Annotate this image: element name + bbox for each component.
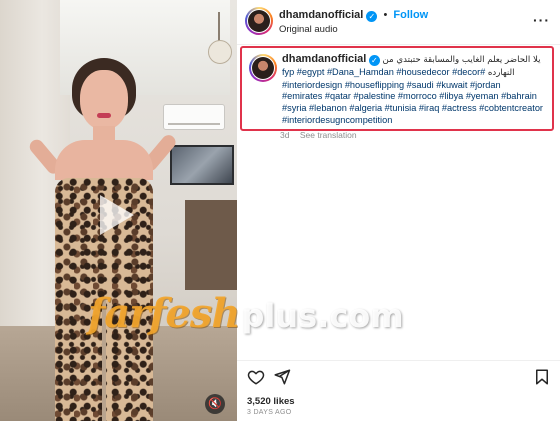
ceiling-lamp	[205, 12, 235, 72]
air-conditioner	[163, 104, 225, 130]
post-side-panel: dhamdanofficial ✓ • Follow Original audi…	[237, 0, 560, 421]
actions-divider	[237, 360, 560, 361]
caption-hashtags[interactable]: #syria #lebanon #algeria #tunisia #iraq …	[282, 103, 548, 115]
caption-arabic-word: النهارده	[487, 67, 515, 78]
reel-video[interactable]: 🔇	[0, 0, 237, 421]
username-link[interactable]: dhamdanofficial	[279, 9, 363, 21]
caption-arabic-head: يلا الحاضر يعلم الغايب والمسابقة حتبتدي …	[382, 55, 541, 65]
avatar[interactable]	[245, 7, 273, 35]
verified-badge-icon: ✓	[368, 55, 380, 66]
separator-dot: •	[383, 9, 388, 21]
post-header: dhamdanofficial ✓ • Follow Original audi…	[237, 0, 560, 45]
audio-link[interactable]: Original audio	[279, 24, 338, 35]
bookmark-icon[interactable]	[533, 368, 551, 386]
wall-picture	[170, 145, 234, 185]
more-options-icon[interactable]: ···	[533, 12, 550, 28]
caption-meta: 3d See translation	[280, 130, 357, 140]
play-icon[interactable]	[100, 195, 134, 235]
caption-hashtags[interactable]: #interiordesugncompetition	[282, 115, 548, 127]
like-icon[interactable]	[247, 368, 265, 386]
mute-icon[interactable]: 🔇	[205, 394, 225, 414]
avatar[interactable]	[249, 54, 277, 82]
share-icon[interactable]	[273, 368, 291, 386]
leg-gap	[102, 300, 106, 421]
caption-hashtags[interactable]: #emirates #qatar #palestine #morroco #li…	[282, 91, 548, 103]
verified-badge-icon: ✓	[366, 11, 378, 22]
see-translation-link[interactable]: See translation	[300, 130, 357, 140]
person-shoulders	[55, 140, 153, 180]
caption-hashtags[interactable]: fyp #egypt #Dana_Hamdan #housedecor #dec…	[282, 67, 485, 77]
follow-button[interactable]: Follow	[393, 9, 428, 21]
post-date: 3 DAYS AGO	[247, 409, 292, 416]
shelf	[185, 200, 237, 290]
caption-username[interactable]: dhamdanofficial	[282, 53, 366, 65]
person-lips	[97, 113, 111, 118]
person-face	[80, 70, 128, 130]
caption-hashtags[interactable]: #interiordesign #houseflipping #saudi #k…	[282, 80, 548, 92]
likes-count[interactable]: 3,520 likes	[247, 396, 295, 407]
caption-highlight: dhamdanofficial ✓ يلا الحاضر يعلم الغايب…	[240, 46, 554, 131]
caption-age: 3d	[280, 130, 290, 140]
caption-text: dhamdanofficial ✓ يلا الحاضر يعلم الغايب…	[282, 53, 548, 127]
